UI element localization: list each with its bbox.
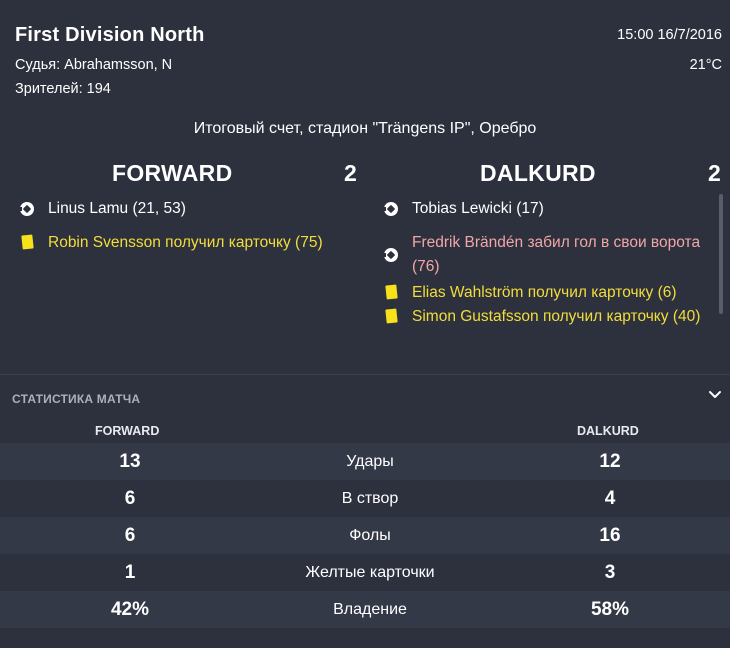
stat-label: Желтые карточки: [305, 563, 435, 581]
away-event-card[interactable]: Simon Gustafsson получил карточку (40): [382, 305, 712, 329]
home-event-goal[interactable]: Linus Lamu (21, 53): [18, 197, 363, 221]
away-team-name[interactable]: DALKURD: [480, 160, 596, 187]
stat-row-fouls: 6 Фолы 16: [0, 517, 730, 554]
stat-row-possession: 42% Владение 58%: [0, 591, 730, 628]
yellow-card-icon: [382, 281, 402, 305]
event-text: Fredrik Brändén забил гол в свои ворота …: [412, 234, 701, 275]
stats-home-header: FORWARD: [95, 424, 160, 438]
stat-label: Фолы: [349, 526, 391, 544]
away-team-score: 2: [708, 160, 722, 186]
away-event-own-goal[interactable]: Fredrik Brändén забил гол в свои ворота …: [382, 231, 712, 279]
away-event-card[interactable]: Elias Wahlström получил карточку (6): [382, 281, 712, 305]
yellow-card-icon: [18, 231, 38, 255]
stat-home-value: 6: [124, 524, 136, 546]
stat-away-value: 3: [604, 561, 616, 583]
home-team-score: 2: [344, 160, 358, 186]
stat-away-value: 12: [599, 450, 621, 472]
temperature-label: 21°C: [689, 57, 722, 73]
stat-home-value: 13: [119, 450, 141, 472]
stat-away-value: 16: [599, 524, 621, 546]
stat-row-shots: 13 Удары 12: [0, 443, 730, 480]
event-text: Linus Lamu (21, 53): [48, 200, 186, 217]
football-icon: [382, 197, 405, 221]
stats-table: 13 Удары 12 6 В створ 4 6 Фолы 16 1 Желт…: [0, 443, 730, 628]
venue-label: Итоговый счет, стадион "Trängens IP", Ор…: [193, 120, 537, 137]
stat-home-value: 42%: [110, 598, 150, 620]
event-text: Tobias Lewicki (17): [412, 200, 544, 217]
competition-title: First Division North: [15, 24, 205, 46]
yellow-card-icon: [382, 305, 402, 329]
football-icon: [18, 197, 41, 221]
events-scrollbar[interactable]: [719, 194, 723, 314]
stat-away-value: 4: [604, 487, 616, 509]
stat-row-on-target: 6 В створ 4: [0, 480, 730, 517]
chevron-down-icon[interactable]: [708, 388, 722, 402]
stat-away-value: 58%: [590, 598, 630, 620]
stat-home-value: 1: [124, 561, 136, 583]
stat-label: Владение: [333, 600, 407, 618]
stats-section-title: СТАТИСТИКА МАТЧА: [12, 392, 141, 406]
home-events-list: Linus Lamu (21, 53) Robin Svensson получ…: [18, 197, 363, 357]
own-goal-football-icon: [382, 243, 405, 267]
event-text: Elias Wahlström получил карточку (6): [412, 284, 677, 301]
section-divider: [0, 374, 730, 375]
attendance-label: Зрителей: 194: [15, 81, 111, 97]
stats-away-header: DALKURD: [577, 424, 639, 438]
event-text: Robin Svensson получил карточку (75): [48, 234, 323, 251]
stat-row-yellow-cards: 1 Желтые карточки 3: [0, 554, 730, 591]
stat-label: В створ: [341, 489, 399, 507]
event-text: Simon Gustafsson получил карточку (40): [412, 308, 701, 325]
home-team-name[interactable]: FORWARD: [112, 160, 233, 187]
match-datetime: 15:00 16/7/2016: [617, 27, 722, 43]
stat-label: Удары: [346, 452, 394, 470]
away-events-list[interactable]: Tobias Lewicki (17) Fredrik Brändén заби…: [382, 197, 712, 357]
away-event-goal[interactable]: Tobias Lewicki (17): [382, 197, 712, 221]
referee-label: Судья: Abrahamsson, N: [15, 57, 173, 73]
stat-home-value: 6: [124, 487, 136, 509]
home-event-card[interactable]: Robin Svensson получил карточку (75): [18, 231, 363, 255]
